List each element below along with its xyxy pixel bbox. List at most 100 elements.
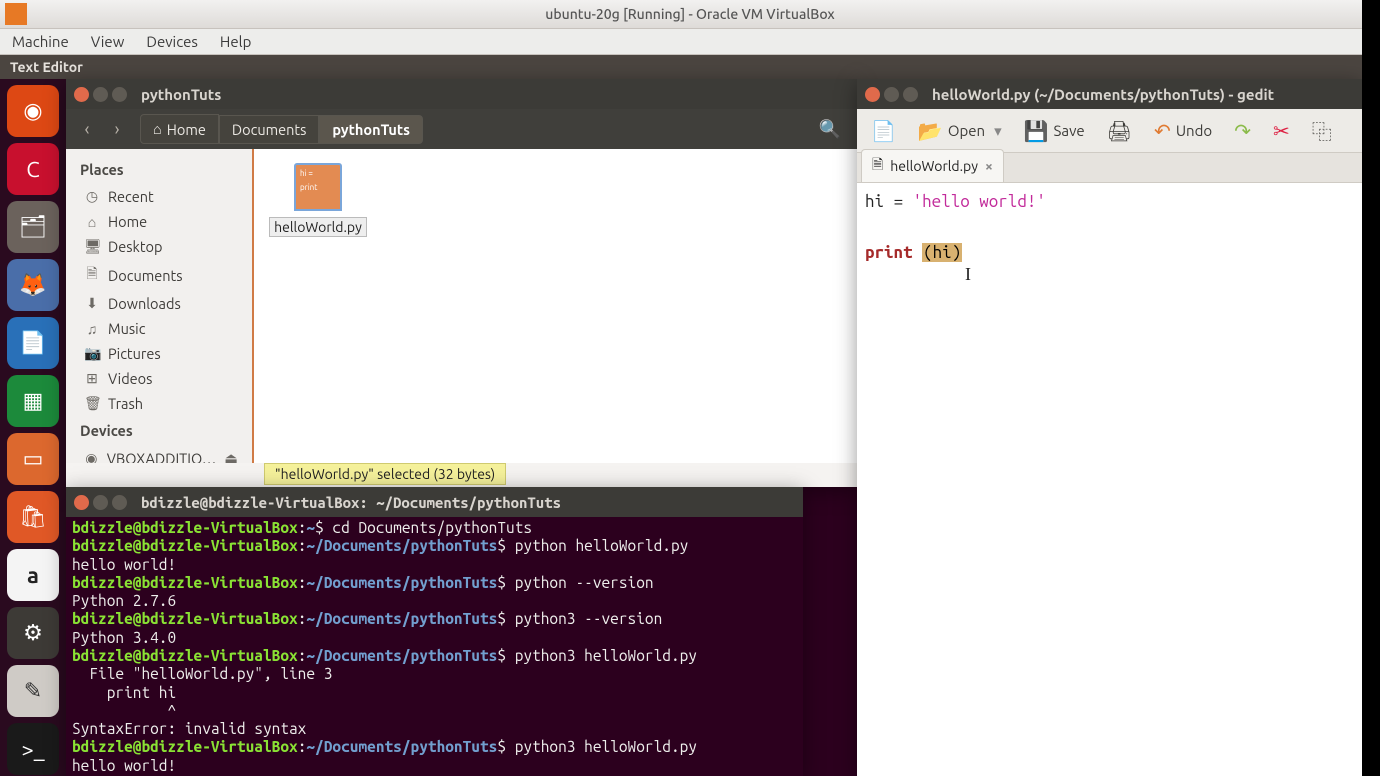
new-file-icon: 📄 <box>871 119 896 143</box>
maximize-icon[interactable] <box>112 87 127 102</box>
path-home[interactable]: ⌂Home <box>140 114 219 144</box>
launcher-impress[interactable]: ▭ <box>7 433 59 485</box>
sidebar-item-icon: ⌂ <box>84 214 100 230</box>
home-icon: ⌂ <box>153 120 162 138</box>
launcher-terminal[interactable]: >_ <box>7 723 59 775</box>
save-icon: 💾 <box>1024 119 1049 143</box>
path-current[interactable]: pythonTuts <box>319 115 423 144</box>
files-content[interactable]: helloWorld.py <box>254 149 857 463</box>
launcher-comodo[interactable]: C <box>7 143 59 195</box>
files-titlebar[interactable]: pythonTuts <box>66 79 857 109</box>
sidebar-item-icon: 🖥 <box>84 238 100 255</box>
python-file-icon <box>294 163 342 211</box>
tab-label: helloWorld.py <box>890 158 978 174</box>
vm-titlebar: ubuntu-20g [Running] - Oracle VM Virtual… <box>0 0 1380 29</box>
copy-button[interactable]: ⿻ <box>1306 112 1338 149</box>
maximize-icon[interactable] <box>903 87 918 102</box>
screen-edge <box>1362 0 1380 776</box>
minimize-icon[interactable] <box>93 495 108 510</box>
gedit-tabbar: 🗎 helloWorld.py × <box>857 153 1362 183</box>
print-icon: 🖨 <box>1107 119 1132 143</box>
breadcrumb: ⌂Home Documents pythonTuts <box>140 114 423 144</box>
undo-icon: ↶ <box>1154 119 1171 143</box>
tab-close-icon[interactable]: × <box>985 158 993 174</box>
ubuntu-global-menubar[interactable]: Text Editor <box>0 55 1380 79</box>
files-toolbar: ‹ › ⌂Home Documents pythonTuts 🔍 <box>66 109 857 149</box>
gedit-editor[interactable]: hi = 'hello world!' print (hi) I <box>857 183 1362 272</box>
launcher-calc[interactable]: ▦ <box>7 375 59 427</box>
launcher-software-center[interactable]: 🛍 <box>7 491 59 543</box>
launcher-ubuntu-dash[interactable]: ◉ <box>7 85 59 137</box>
files-title: pythonTuts <box>141 86 221 103</box>
terminal-body[interactable]: bdizzle@bdizzle-VirtualBox:~$ cd Documen… <box>66 517 803 776</box>
menu-machine[interactable]: Machine <box>12 33 69 50</box>
vm-menubar: Machine View Devices Help <box>0 29 1380 55</box>
maximize-icon[interactable] <box>112 495 127 510</box>
file-label: helloWorld.py <box>269 217 367 237</box>
vm-title: ubuntu-20g [Running] - Oracle VM Virtual… <box>545 6 834 22</box>
launcher-settings[interactable]: ⚙ <box>7 607 59 659</box>
places-header: Places <box>66 155 252 184</box>
gedit-tab[interactable]: 🗎 helloWorld.py × <box>861 149 1004 182</box>
open-button[interactable]: 📂Open▾ <box>912 115 1008 147</box>
launcher-gedit[interactable]: ✎ <box>7 665 59 717</box>
sidebar-item-trash[interactable]: 🗑Trash <box>66 391 252 416</box>
files-window[interactable]: pythonTuts ‹ › ⌂Home Documents pythonTut… <box>66 79 857 487</box>
forward-button[interactable]: › <box>102 114 132 144</box>
sidebar-item-recent[interactable]: ◷Recent <box>66 184 252 209</box>
file-item[interactable]: helloWorld.py <box>268 163 368 237</box>
file-icon: 🗎 <box>872 154 883 178</box>
menu-view[interactable]: View <box>91 33 125 50</box>
sidebar-item-icon: 📷 <box>84 345 100 362</box>
close-icon[interactable] <box>74 495 89 510</box>
minimize-icon[interactable] <box>93 87 108 102</box>
sidebar-item-videos[interactable]: ⊞Videos <box>66 366 252 391</box>
sidebar-item-downloads[interactable]: ⬇Downloads <box>66 291 252 316</box>
launcher-amazon[interactable]: a <box>7 549 59 601</box>
sidebar-item-pictures[interactable]: 📷Pictures <box>66 341 252 366</box>
close-icon[interactable] <box>865 87 880 102</box>
sidebar-item-icon: ⬇ <box>84 295 100 312</box>
devices-header: Devices <box>66 416 252 445</box>
menu-help[interactable]: Help <box>220 33 251 50</box>
sidebar-item-home[interactable]: ⌂Home <box>66 209 252 234</box>
close-icon[interactable] <box>74 87 89 102</box>
gedit-titlebar[interactable]: helloWorld.py (~/Documents/pythonTuts) -… <box>857 79 1362 109</box>
virtualbox-icon <box>5 3 27 25</box>
redo-icon: ↷ <box>1234 119 1251 143</box>
sidebar-item-music[interactable]: ♫Music <box>66 316 252 341</box>
eject-icon[interactable]: ⏏ <box>224 449 238 463</box>
print-button[interactable]: 🖨 <box>1101 115 1138 147</box>
copy-icon: ⿻ <box>1312 116 1332 145</box>
unity-launcher: ◉ C 🗂 🦊 📄 ▦ ▭ 🛍 a ⚙ ✎ >_ <box>0 79 66 776</box>
selection-status: "helloWorld.py" selected (32 bytes) <box>264 463 506 485</box>
launcher-files[interactable]: 🗂 <box>7 201 59 253</box>
search-icon[interactable]: 🔍 <box>819 119 841 140</box>
save-button[interactable]: 💾Save <box>1018 115 1091 147</box>
files-statusbar: "helloWorld.py" selected (32 bytes) <box>254 463 857 487</box>
launcher-writer[interactable]: 📄 <box>7 317 59 369</box>
path-documents[interactable]: Documents <box>219 115 320 144</box>
terminal-window[interactable]: bdizzle@bdizzle-VirtualBox: ~/Documents/… <box>66 487 803 776</box>
active-app-label: Text Editor <box>10 59 83 75</box>
terminal-title: bdizzle@bdizzle-VirtualBox: ~/Documents/… <box>141 494 561 511</box>
minimize-icon[interactable] <box>884 87 899 102</box>
sidebar-device-icon: ◉ <box>84 450 99 464</box>
sidebar-device-vboxadditio-[interactable]: ◉VBOXADDITIO…⏏ <box>66 445 252 463</box>
terminal-titlebar[interactable]: bdizzle@bdizzle-VirtualBox: ~/Documents/… <box>66 487 803 517</box>
sidebar-item-icon: 🗑 <box>84 395 100 412</box>
menu-devices[interactable]: Devices <box>146 33 198 50</box>
undo-button[interactable]: ↶Undo <box>1148 115 1218 147</box>
redo-button[interactable]: ↷ <box>1228 115 1257 147</box>
sidebar-item-icon: ♫ <box>84 321 100 337</box>
gedit-window[interactable]: helloWorld.py (~/Documents/pythonTuts) -… <box>857 79 1362 776</box>
launcher-firefox[interactable]: 🦊 <box>7 259 59 311</box>
chevron-down-icon[interactable]: ▾ <box>994 122 1002 140</box>
cut-icon: ✂ <box>1273 119 1290 143</box>
sidebar-item-desktop[interactable]: 🖥Desktop <box>66 234 252 259</box>
back-button[interactable]: ‹ <box>72 114 102 144</box>
sidebar-item-documents[interactable]: 🗎Documents <box>66 259 252 291</box>
cut-button[interactable]: ✂ <box>1267 115 1296 147</box>
text-cursor-icon: I <box>965 261 971 288</box>
new-button[interactable]: 📄 <box>865 115 902 147</box>
